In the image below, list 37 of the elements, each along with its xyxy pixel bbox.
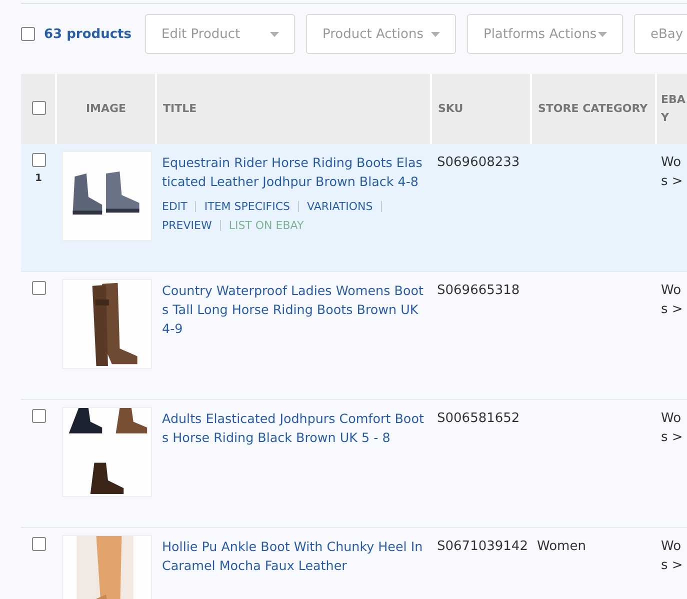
action-link[interactable]: PREVIEW: [162, 216, 212, 235]
row-checkbox[interactable]: [32, 153, 46, 167]
row-number: 1: [35, 173, 43, 184]
product-title-link[interactable]: Adults Elasticated Jodhpurs Comfort Boots Horse Riding Black Brown UK 5 - 8: [162, 409, 425, 447]
action-link[interactable]: ITEM SPECIFICS: [204, 197, 290, 216]
caret-icon: [270, 32, 280, 36]
action-link[interactable]: VARIATIONS: [307, 197, 373, 216]
select-all-checkbox[interactable]: [21, 27, 35, 41]
ebay-category-text: Wo: [661, 282, 682, 300]
product-title-link[interactable]: Country Waterproof Ladies Womens Boots Tall Long Horse Riding Boots Brown UK 4-9: [162, 281, 425, 338]
column-header: STORE CATEGORY: [538, 102, 648, 115]
product-title-link[interactable]: Hollie Pu Ankle Boot With Chunky Heel In Caramel Mocha Faux Leather: [162, 537, 425, 575]
sku-text: S006581652: [437, 411, 520, 426]
action-link[interactable]: EDIT: [162, 197, 188, 216]
store-category-text: Women: [537, 539, 586, 554]
caret-icon: [598, 32, 608, 36]
ebay-category-text: Wo: [661, 154, 682, 172]
product-count[interactable]: 63 products: [44, 26, 132, 42]
ebay-category-text: s >: [661, 173, 684, 191]
column-header: TITLE: [163, 102, 197, 115]
ebay-category-text: Wo: [661, 538, 682, 556]
column-header: SKU: [438, 102, 464, 115]
sku-text: S069665318: [437, 283, 520, 298]
product-title-link[interactable]: Equestrain Rider Horse Riding Boots Elasticated Leather Jodhpur Brown Black 4-8: [162, 153, 425, 191]
row-checkbox[interactable]: [32, 281, 46, 295]
ebay-category-text: Wo: [661, 410, 682, 428]
header-checkbox[interactable]: [32, 101, 46, 115]
ebay-category-text: s >: [661, 429, 684, 447]
column-header: EBAY: [661, 93, 686, 124]
ebay-category-text: s >: [661, 301, 684, 319]
row-checkbox[interactable]: [32, 537, 46, 551]
column-header: IMAGE: [86, 102, 126, 115]
sku-text: S0671039142: [437, 539, 528, 554]
ebay-category-text: s >: [661, 557, 684, 575]
row-checkbox[interactable]: [32, 409, 46, 423]
caret-icon: [431, 32, 440, 36]
sku-text: S069608233: [437, 155, 520, 170]
